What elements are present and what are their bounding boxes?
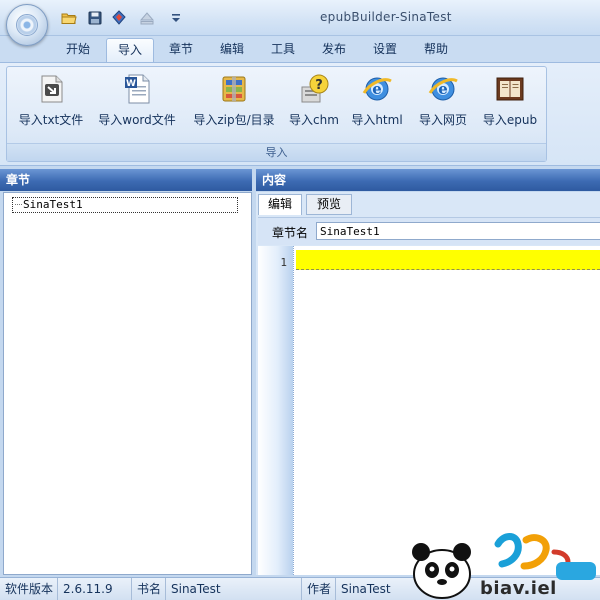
customize-dropdown-icon[interactable]: [170, 9, 182, 27]
tab-home[interactable]: 开始: [54, 38, 102, 62]
import-html-label: 导入html: [351, 113, 403, 127]
tab-edit[interactable]: 编辑: [208, 38, 256, 62]
chapter-tree[interactable]: SinaTest1: [3, 192, 252, 575]
disc-icon: [16, 14, 38, 36]
tab-settings[interactable]: 设置: [361, 38, 409, 62]
tree-connector: [15, 204, 22, 205]
import-word-button[interactable]: W 导入word文件: [97, 71, 177, 131]
import-zip-label: 导入zip包/目录: [193, 113, 275, 127]
tab-help[interactable]: 帮助: [412, 38, 460, 62]
import-group: 导入txt文件 W 导入word文件 导入zip包/目录 ? 导入chm e 导…: [6, 66, 547, 162]
content-pane-header: 内容: [256, 169, 600, 191]
line-number: 1: [280, 256, 287, 269]
ribbon-panel: 导入txt文件 W 导入word文件 导入zip包/目录 ? 导入chm e 导…: [0, 62, 600, 166]
ribbon-tab-bar: 开始 导入 章节 编辑 工具 发布 设置 帮助: [0, 36, 600, 62]
import-chm-label: 导入chm: [289, 113, 339, 127]
word-document-icon: W: [121, 73, 153, 105]
eject-icon[interactable]: [138, 9, 156, 27]
title-bar: epubBuilder-SinaTest: [0, 0, 600, 46]
tab-preview[interactable]: 预览: [306, 194, 352, 215]
chm-help-icon: ?: [298, 73, 330, 105]
import-webpage-button[interactable]: e 导入网页: [411, 71, 475, 131]
import-txt-label: 导入txt文件: [18, 113, 84, 127]
tab-tools[interactable]: 工具: [259, 38, 307, 62]
tab-publish[interactable]: 发布: [310, 38, 358, 62]
tab-chapter[interactable]: 章节: [157, 38, 205, 62]
bookname-label: 书名: [132, 578, 166, 600]
status-bar: 软件版本 2.6.11.9 书名 SinaTest 作者 SinaTest: [0, 577, 600, 600]
import-group-caption: 导入: [7, 143, 546, 161]
import-html-button[interactable]: e 导入html: [347, 71, 407, 131]
chapter-name-row: 章节名: [258, 217, 600, 245]
content-pane: 编辑 预览 章节名 1: [256, 192, 600, 575]
chapter-name-field[interactable]: [316, 222, 600, 240]
internet-explorer-icon: e: [427, 73, 459, 105]
import-epub-button[interactable]: 导入epub: [477, 71, 543, 131]
import-txt-button[interactable]: 导入txt文件: [13, 71, 89, 131]
line-number-gutter: 1: [258, 246, 294, 575]
import-webpage-label: 导入网页: [418, 113, 467, 127]
author-value: SinaTest: [341, 582, 391, 596]
internet-explorer-icon: e: [361, 73, 393, 105]
open-folder-icon[interactable]: [60, 9, 78, 27]
tree-item[interactable]: SinaTest1: [12, 197, 238, 213]
save-icon[interactable]: [86, 9, 104, 27]
bookname-value: SinaTest: [166, 578, 302, 600]
application-menu-button[interactable]: [6, 4, 48, 46]
import-zip-button[interactable]: 导入zip包/目录: [189, 71, 279, 131]
import-epub-label: 导入epub: [482, 113, 538, 127]
version-label: 软件版本: [0, 578, 58, 600]
tab-edit-mode[interactable]: 编辑: [258, 194, 302, 215]
import-chm-button[interactable]: ? 导入chm: [285, 71, 343, 131]
zip-archive-icon: [218, 73, 250, 105]
tab-import[interactable]: 导入: [106, 38, 154, 62]
import-word-label: 导入word文件: [98, 113, 176, 127]
text-editor[interactable]: 1: [258, 246, 600, 575]
chapter-name-label: 章节名: [272, 226, 309, 240]
svg-text:?: ?: [315, 78, 323, 93]
txt-import-icon: [35, 73, 67, 105]
tree-item-label: SinaTest1: [23, 198, 83, 211]
version-value: 2.6.11.9: [58, 578, 132, 600]
window-title: epubBuilder-SinaTest: [320, 10, 452, 24]
author-label: 作者: [302, 578, 336, 600]
svg-text:W: W: [126, 79, 136, 89]
epub-book-icon: [494, 73, 526, 105]
chapters-pane-header: 章节: [0, 169, 252, 191]
current-line-highlight[interactable]: [296, 250, 600, 270]
build-icon[interactable]: [110, 9, 128, 27]
